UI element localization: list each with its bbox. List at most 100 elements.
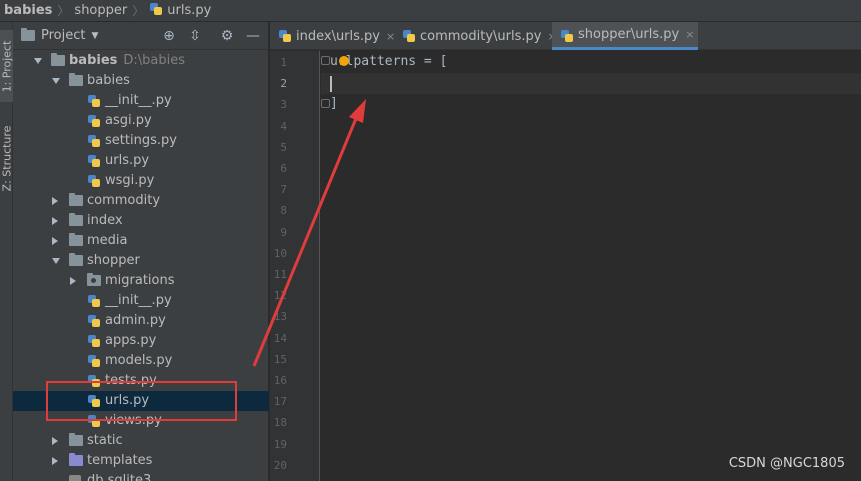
database-file-icon xyxy=(69,475,81,481)
text-caret xyxy=(330,76,332,92)
breadcrumb-folder[interactable]: shopper xyxy=(74,3,127,18)
chevron-right-icon[interactable] xyxy=(52,197,58,205)
current-line-highlight xyxy=(321,73,861,94)
project-view-icon xyxy=(21,28,35,41)
code-line-3[interactable]: ] xyxy=(330,96,338,111)
tree-item-13[interactable]: admin.py xyxy=(13,311,269,331)
python-file-icon xyxy=(87,174,101,188)
tree-item-5[interactable]: urls.py xyxy=(13,151,269,171)
chevron-right-icon: 〉 xyxy=(57,4,70,18)
tree-item-text: asgi.py xyxy=(105,113,152,128)
tree-item-label: shopper xyxy=(87,253,140,268)
tree-item-text: wsgi.py xyxy=(105,173,155,188)
tool-tab-project[interactable]: 1: Project xyxy=(0,30,13,102)
editor-tab-1[interactable]: commodity\urls.py× xyxy=(394,22,557,50)
line-number: 17 xyxy=(273,395,287,409)
line-number: 19 xyxy=(273,437,287,451)
close-icon[interactable]: × xyxy=(685,28,694,41)
tree-item-label: db.sqlite3 xyxy=(87,473,151,481)
tree-item-19[interactable]: static xyxy=(13,431,269,451)
chevron-down-icon[interactable] xyxy=(52,78,60,84)
tree-item-21[interactable]: db.sqlite3 xyxy=(13,471,269,481)
tree-item-20[interactable]: templates xyxy=(13,451,269,471)
chevron-right-icon[interactable] xyxy=(52,217,58,225)
tree-item-label: migrations xyxy=(105,273,175,288)
editor-tab-0[interactable]: index\urls.py × xyxy=(270,22,395,50)
gear-icon[interactable]: ⚙ xyxy=(219,28,235,44)
tree-item-0[interactable]: babies D:\babies xyxy=(13,51,269,71)
tree-item-10[interactable]: shopper xyxy=(13,251,269,271)
tree-item-9[interactable]: media xyxy=(13,231,269,251)
breadcrumb-project[interactable]: babies xyxy=(4,3,52,18)
tree-item-4[interactable]: settings.py xyxy=(13,131,269,151)
watermark: CSDN @NGC1805 xyxy=(728,456,845,471)
package-folder-icon xyxy=(87,273,101,286)
fold-marker-icon[interactable] xyxy=(321,99,330,108)
editor-tab-label: shopper\urls.py xyxy=(578,27,680,42)
editor-tab-bar: index\urls.py×commodity\urls.py×shopper\… xyxy=(270,22,861,50)
tree-item-text: media xyxy=(87,233,128,248)
project-view-selector[interactable]: Project xyxy=(41,28,85,43)
editor-tab-2[interactable]: shopper\urls.py × xyxy=(552,22,698,50)
folder-icon xyxy=(69,193,83,206)
python-file-icon xyxy=(149,2,163,16)
line-number: 6 xyxy=(280,162,287,175)
chevron-down-icon[interactable] xyxy=(52,258,60,264)
tree-item-label: __init__.py xyxy=(105,93,172,108)
tree-item-text: static xyxy=(87,433,123,448)
tree-item-label: models.py xyxy=(105,353,172,368)
chevron-right-icon[interactable] xyxy=(70,277,76,285)
folder-icon xyxy=(69,233,83,246)
line-number: 12 xyxy=(273,289,287,303)
tree-item-1[interactable]: babies xyxy=(13,71,269,91)
chevron-down-icon[interactable]: ▼ xyxy=(91,31,98,41)
project-panel-header: Project ▼ ⊕ ⇳ ⚙ — xyxy=(13,22,268,50)
tree-item-14[interactable]: apps.py xyxy=(13,331,269,351)
folder-icon xyxy=(51,53,65,66)
python-file-icon xyxy=(87,334,101,348)
chevron-right-icon[interactable] xyxy=(52,437,58,445)
tree-item-text: migrations xyxy=(105,273,175,288)
tree-item-12[interactable]: __init__.py xyxy=(13,291,269,311)
tree-item-text: babies xyxy=(87,73,130,88)
tree-item-text: admin.py xyxy=(105,313,166,328)
python-file-icon xyxy=(87,94,101,108)
tree-item-label: commodity xyxy=(87,193,160,208)
folder-icon xyxy=(69,433,83,446)
line-number: 1 xyxy=(280,56,287,69)
tree-item-2[interactable]: __init__.py xyxy=(13,91,269,111)
collapse-icon[interactable]: ⇳ xyxy=(187,28,203,44)
breadcrumb-file[interactable]: urls.py xyxy=(149,3,211,18)
python-file-icon xyxy=(87,154,101,168)
crosshair-icon[interactable]: ⊕ xyxy=(161,28,177,44)
fold-marker-icon[interactable] xyxy=(321,56,330,65)
folder-icon xyxy=(69,213,83,226)
chevron-right-icon[interactable] xyxy=(52,457,58,465)
tree-item-3[interactable]: asgi.py xyxy=(13,111,269,131)
minimize-icon[interactable]: — xyxy=(245,28,261,44)
tree-item-text: models.py xyxy=(105,353,173,368)
tree-item-8[interactable]: index xyxy=(13,211,269,231)
folder-icon xyxy=(69,73,83,86)
tree-item-label: apps.py xyxy=(105,333,156,348)
tree-item-15[interactable]: models.py xyxy=(13,351,269,371)
chevron-down-icon[interactable] xyxy=(34,58,42,64)
tree-item-label: asgi.py xyxy=(105,113,152,128)
tree-item-6[interactable]: wsgi.py xyxy=(13,171,269,191)
editor-area: index\urls.py×commodity\urls.py×shopper\… xyxy=(270,22,861,481)
line-number: 13 xyxy=(273,310,287,324)
tool-tab-structure[interactable]: Z: Structure xyxy=(0,118,13,198)
chevron-right-icon[interactable] xyxy=(52,237,58,245)
tree-item-text: templates xyxy=(87,453,153,468)
line-number: 15 xyxy=(273,352,287,366)
line-number: 16 xyxy=(273,374,287,387)
tree-item-label: babies xyxy=(87,73,130,88)
line-number-gutter: 1 2 3 4 5 6 7 8 9 10 11 12 13 14 15 16 17 18 19 20 xyxy=(270,51,320,481)
tree-item-label: static xyxy=(87,433,123,448)
tree-item-7[interactable]: commodity xyxy=(13,191,269,211)
lightbulb-icon[interactable] xyxy=(339,56,349,66)
tree-item-11[interactable]: migrations xyxy=(13,271,269,291)
line-number: 7 xyxy=(280,183,287,197)
template-folder-icon xyxy=(69,453,83,466)
tree-item-text: index xyxy=(87,213,123,228)
